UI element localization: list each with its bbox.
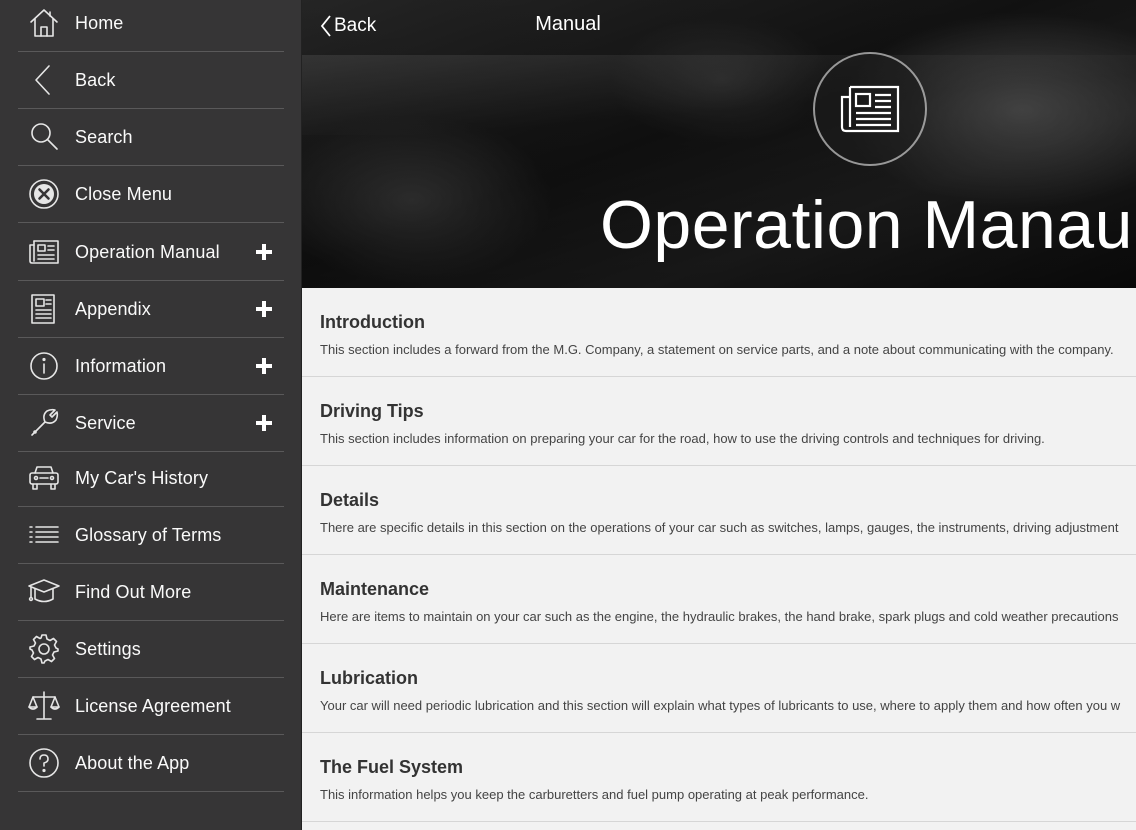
sidebar-item-find-out-more[interactable]: Find Out More <box>18 564 284 621</box>
section-description: There are specific details in this secti… <box>320 520 1119 535</box>
sidebar-item-label: My Car's History <box>75 467 209 488</box>
list-item-lubrication[interactable]: Lubrication Your car will need periodic … <box>302 644 1136 733</box>
home-icon <box>26 5 62 41</box>
sidebar-item-information[interactable]: Information <box>18 338 284 395</box>
newspaper-icon <box>26 234 62 270</box>
sidebar-item-label: Close Menu <box>75 183 173 204</box>
chevron-left-icon <box>26 62 62 98</box>
sidebar-item-label: Find Out More <box>75 581 192 602</box>
sidebar-item-appendix[interactable]: Appendix <box>18 281 284 338</box>
info-icon <box>26 348 62 384</box>
sidebar-item-back[interactable]: Back <box>18 52 284 109</box>
close-circle-icon <box>26 176 62 212</box>
sidebar-item-about-the-app[interactable]: About the App <box>18 735 284 792</box>
section-title: Details <box>320 490 380 510</box>
section-title: Driving Tips <box>320 401 424 421</box>
sidebar-item-home[interactable]: Home <box>18 0 284 52</box>
sidebar-item-label: Operation Manual <box>75 241 220 262</box>
sidebar-item-settings[interactable]: Settings <box>18 621 284 678</box>
section-description: Your car will need periodic lubrication … <box>320 698 1121 713</box>
list-item-introduction[interactable]: Introduction This section includes a for… <box>302 288 1136 377</box>
section-description: This information helps you keep the carb… <box>320 787 869 802</box>
hero-title: Operation Manaul <box>600 187 1136 263</box>
gear-icon <box>26 631 62 667</box>
sidebar-item-glossary[interactable]: Glossary of Terms <box>18 507 284 564</box>
sidebar-item-service[interactable]: Service <box>18 395 284 452</box>
expand-plus-icon[interactable] <box>256 301 272 317</box>
sidebar-item-close-menu[interactable]: Close Menu <box>18 166 284 223</box>
expand-plus-icon[interactable] <box>256 415 272 431</box>
car-icon <box>26 460 62 496</box>
sidebar-item-license-agreement[interactable]: License Agreement <box>18 678 284 735</box>
section-title: Introduction <box>320 312 425 332</box>
wrench-icon <box>26 405 62 441</box>
sidebar-menu: Home Back Search Close Menu Operation Ma… <box>0 0 302 830</box>
sidebar-item-label: Information <box>75 355 167 376</box>
sidebar-item-my-cars-history[interactable]: My Car's History <box>18 450 284 507</box>
document-icon <box>26 291 62 327</box>
section-description: This section includes a forward from the… <box>320 342 1114 357</box>
sidebar-item-label: Search <box>75 126 133 147</box>
sidebar-item-search[interactable]: Search <box>18 109 284 166</box>
sidebar-item-label: Appendix <box>75 298 151 319</box>
hero-header: Back Manual Operation Manaul <box>302 0 1136 288</box>
sidebar-item-label: Settings <box>75 638 141 659</box>
expand-plus-icon[interactable] <box>256 244 272 260</box>
sidebar-item-operation-manual[interactable]: Operation Manual <box>18 224 284 281</box>
section-description: This section includes information on pre… <box>320 431 1045 446</box>
page-title: Manual <box>302 13 834 36</box>
section-title: Lubrication <box>320 668 418 688</box>
section-list: Introduction This section includes a for… <box>302 288 1136 830</box>
graduation-cap-icon <box>26 574 62 610</box>
section-description: Here are items to maintain on your car s… <box>320 609 1119 624</box>
newspaper-icon <box>813 52 927 166</box>
sidebar-item-label: Glossary of Terms <box>75 524 222 545</box>
sidebar-item-label: Back <box>75 69 116 90</box>
question-icon <box>26 745 62 781</box>
sidebar-item-label: License Agreement <box>75 695 231 716</box>
search-icon <box>26 119 62 155</box>
list-item-driving-tips[interactable]: Driving Tips This section includes infor… <box>302 377 1136 466</box>
list-icon <box>26 517 62 553</box>
list-item-maintenance[interactable]: Maintenance Here are items to maintain o… <box>302 555 1136 644</box>
scales-icon <box>26 688 62 724</box>
sidebar-item-label: About the App <box>75 752 190 773</box>
page-title-text: Manual <box>535 13 601 35</box>
expand-plus-icon[interactable] <box>256 358 272 374</box>
sidebar-item-label: Home <box>75 12 124 33</box>
section-title: The Fuel System <box>320 757 464 777</box>
list-item-fuel-system[interactable]: The Fuel System This information helps y… <box>302 733 1136 822</box>
section-title: Maintenance <box>320 579 430 599</box>
sidebar-item-label: Service <box>75 412 136 433</box>
list-item-details[interactable]: Details There are specific details in th… <box>302 466 1136 555</box>
